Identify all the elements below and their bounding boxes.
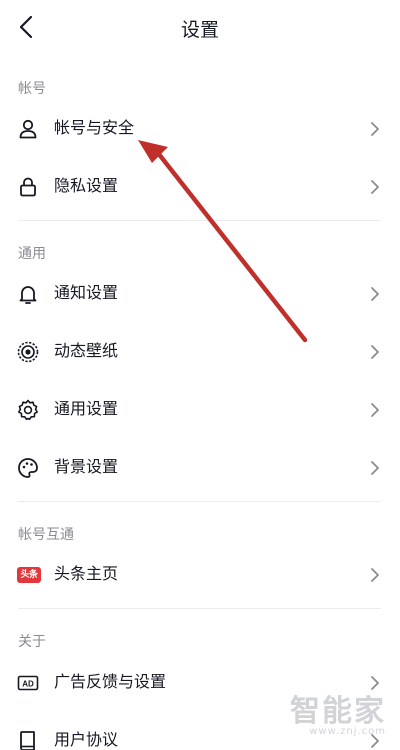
settings-item-label: 动态壁纸 bbox=[54, 341, 119, 360]
section-divider bbox=[18, 220, 381, 221]
settings-item-toutiao-home[interactable]: 头条 头条主页 bbox=[0, 549, 400, 601]
header: 设置 bbox=[0, 0, 400, 56]
chevron-right-icon bbox=[371, 568, 379, 582]
lock-icon bbox=[20, 177, 36, 197]
settings-item-privacy[interactable]: 隐私设置 bbox=[0, 161, 400, 213]
toutiao-icon: 头条 bbox=[17, 567, 41, 583]
section-label-linked: 帐号互通 bbox=[18, 527, 74, 543]
settings-item-background[interactable]: 背景设置 bbox=[0, 442, 400, 494]
gear-icon bbox=[18, 399, 38, 421]
chevron-right-icon bbox=[371, 287, 379, 301]
ad-icon-label: AD bbox=[22, 679, 34, 688]
settings-item-label: 广告反馈与设置 bbox=[54, 672, 167, 691]
settings-item-general[interactable]: 通用设置 bbox=[0, 384, 400, 436]
section-label-account: 帐号 bbox=[18, 81, 46, 97]
chevron-right-icon bbox=[371, 180, 379, 194]
chevron-right-icon bbox=[371, 461, 379, 475]
settings-item-label: 用户协议 bbox=[54, 730, 119, 749]
settings-item-label: 头条主页 bbox=[54, 564, 119, 583]
settings-item-label: 隐私设置 bbox=[54, 176, 119, 195]
settings-item-label: 帐号与安全 bbox=[54, 118, 135, 137]
chevron-right-icon bbox=[371, 403, 379, 417]
chevron-right-icon bbox=[371, 345, 379, 359]
section-label-general: 通用 bbox=[18, 246, 46, 262]
watermark-text: 智能家 bbox=[290, 694, 386, 729]
chevron-right-icon bbox=[371, 122, 379, 136]
settings-item-label: 背景设置 bbox=[54, 457, 119, 476]
book-icon bbox=[20, 731, 35, 750]
ad-icon: AD bbox=[17, 675, 39, 691]
user-icon bbox=[19, 119, 37, 139]
palette-icon bbox=[18, 458, 38, 478]
page-title: 设置 bbox=[180, 19, 219, 41]
settings-item-label: 通用设置 bbox=[54, 399, 119, 418]
section-divider bbox=[18, 608, 381, 609]
section-divider bbox=[18, 501, 381, 502]
watermark: 智能家 www.znj.com bbox=[290, 686, 386, 737]
settings-item-notification[interactable]: 通知设置 bbox=[0, 268, 400, 320]
bell-icon bbox=[19, 286, 37, 304]
settings-item-label: 通知设置 bbox=[54, 283, 119, 302]
section-label-about: 关于 bbox=[18, 634, 46, 650]
wallpaper-icon bbox=[17, 341, 39, 363]
settings-item-account-security[interactable]: 帐号与安全 bbox=[0, 103, 400, 155]
settings-item-live-wallpaper[interactable]: 动态壁纸 bbox=[0, 326, 400, 378]
